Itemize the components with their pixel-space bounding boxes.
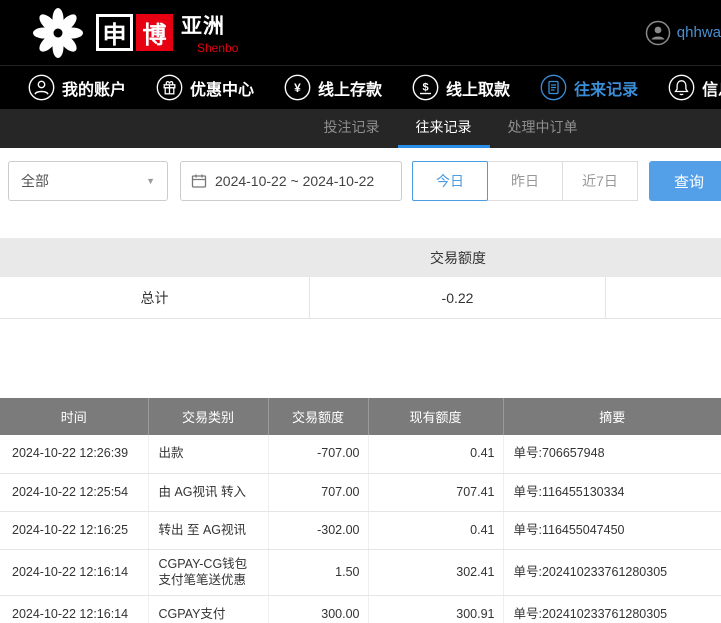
chevron-down-icon: ▼ [146, 176, 155, 186]
user-account[interactable]: qhhwa [645, 0, 721, 65]
table-row: 2024-10-22 12:16:14 CGPAY-CG钱包支付笔笔送优惠 1.… [0, 549, 721, 597]
gift-icon [156, 74, 183, 101]
bell-icon [668, 74, 695, 101]
yesterday-button[interactable]: 昨日 [487, 161, 563, 201]
cell-balance: 707.41 [368, 473, 504, 512]
cell-type: CGPAY-CG钱包支付笔笔送优惠 [148, 549, 269, 597]
cell-memo: 单号:202410233761280305 [503, 549, 721, 597]
nav-item-online-deposit[interactable]: ¥ 线上存款 [284, 74, 382, 101]
withdraw-icon: $ [412, 74, 439, 101]
svg-text:$: $ [422, 82, 428, 94]
main-nav: 我的账户 优惠中心 ¥ 线上存款 $ 线上取款 往来记录 信 [0, 65, 721, 109]
cell-type: CGPAY支付 [148, 595, 269, 623]
cell-time: 2024-10-22 12:26:39 [0, 435, 149, 474]
nav-item-label: 优惠中心 [190, 81, 255, 99]
cell-time: 2024-10-22 12:16:14 [0, 549, 149, 597]
cell-memo: 单号:116455047450 [503, 511, 721, 550]
username[interactable]: qhhwa [677, 24, 721, 41]
nav-item-messages[interactable]: 信息 [668, 74, 721, 101]
user-icon [28, 74, 55, 101]
brand-text: 亚洲 Shenbo [181, 10, 238, 55]
cell-balance: 0.41 [368, 511, 504, 550]
table-row: 2024-10-22 12:25:54 由 AG视讯 转入 707.00 707… [0, 473, 721, 512]
calendar-icon [191, 174, 207, 188]
today-button[interactable]: 今日 [412, 161, 488, 201]
summary-total-label: 总计 [0, 277, 310, 318]
summary-total-row: 总计 -0.22 [0, 277, 721, 319]
tab-bet-records[interactable]: 投注记录 [306, 109, 398, 148]
cell-amount: 1.50 [268, 549, 369, 597]
cell-balance: 302.41 [368, 549, 504, 597]
query-button[interactable]: 查询 [649, 161, 721, 201]
sub-nav: 投注记录 往来记录 处理中订单 [0, 109, 721, 148]
cell-time: 2024-10-22 12:16:25 [0, 511, 149, 550]
records-table: 时间 交易类别 交易额度 现有额度 摘要 2024-10-22 12:26:39… [0, 398, 721, 623]
tab-transaction-records[interactable]: 往来记录 [397, 109, 490, 148]
col-header-amount: 交易额度 [268, 398, 369, 435]
nav-item-my-account[interactable]: 我的账户 [28, 74, 126, 101]
cell-amount: -707.00 [268, 435, 369, 474]
type-select-value: 全部 [21, 173, 49, 189]
table-row: 2024-10-22 12:16:25 转出 至 AG视讯 -302.00 0.… [0, 511, 721, 550]
nav-item-transaction-records[interactable]: 往来记录 [540, 74, 638, 101]
date-range-value: 2024-10-22 ~ 2024-10-22 [215, 173, 375, 189]
cell-type: 由 AG视讯 转入 [148, 473, 269, 512]
cell-amount: -302.00 [268, 511, 369, 550]
user-avatar-icon [645, 20, 671, 45]
cell-memo: 单号:202410233761280305 [503, 595, 721, 623]
col-header-time: 时间 [0, 398, 149, 435]
cell-type: 转出 至 AG视讯 [148, 511, 269, 550]
cell-balance: 0.41 [368, 435, 504, 474]
col-header-memo: 摘要 [503, 398, 721, 435]
deposit-icon: ¥ [284, 74, 311, 101]
date-range-input[interactable]: 2024-10-22 ~ 2024-10-22 [180, 161, 402, 201]
cell-amount: 707.00 [268, 473, 369, 512]
brand-subtitle: Shenbo [197, 41, 239, 55]
table-row: 2024-10-22 12:26:39 出款 -707.00 0.41 单号:7… [0, 435, 721, 474]
summary-total-value: -0.22 [310, 277, 606, 318]
tab-processing-orders[interactable]: 处理中订单 [490, 109, 596, 148]
nav-item-promo-center[interactable]: 优惠中心 [156, 74, 254, 101]
cell-balance: 300.91 [368, 595, 504, 623]
cell-memo: 单号:706657948 [503, 435, 721, 474]
summary-header: 交易额度 [430, 249, 486, 266]
cell-amount: 300.00 [268, 595, 369, 623]
cell-type: 出款 [148, 435, 269, 474]
top-header: 申 博 亚洲 Shenbo qhhwa [0, 0, 721, 65]
nav-item-label: 线上取款 [446, 81, 511, 99]
cell-memo: 单号:116455130334 [503, 473, 721, 512]
filter-bar: 全部 ▼ 2024-10-22 ~ 2024-10-22 今日 昨日 近7日 查… [0, 148, 721, 215]
summary-header-row: 交易额度 [0, 238, 721, 277]
flower-logo-icon [33, 7, 83, 58]
nav-item-online-withdraw[interactable]: $ 线上取款 [412, 74, 510, 101]
cell-time: 2024-10-22 12:25:54 [0, 473, 149, 512]
type-select[interactable]: 全部 ▼ [8, 161, 168, 201]
records-icon [540, 74, 567, 101]
nav-item-label: 线上存款 [318, 81, 383, 99]
brand-logo[interactable]: 申 博 [96, 14, 173, 51]
quick-date-buttons: 今日 昨日 近7日 [412, 161, 638, 201]
brand-region: 亚洲 [181, 15, 225, 38]
brand-char-shen: 申 [96, 14, 133, 51]
col-header-type: 交易类别 [148, 398, 269, 435]
last7days-button[interactable]: 近7日 [562, 161, 638, 201]
col-header-balance: 现有额度 [368, 398, 504, 435]
table-row: 2024-10-22 12:16:14 CGPAY支付 300.00 300.9… [0, 595, 721, 623]
nav-item-label: 往来记录 [574, 81, 639, 99]
brand-char-bo: 博 [136, 14, 173, 51]
nav-item-label: 我的账户 [62, 81, 127, 99]
svg-text:¥: ¥ [294, 81, 301, 95]
table-header-row: 时间 交易类别 交易额度 现有额度 摘要 [0, 398, 721, 435]
summary-table: 交易额度 总计 -0.22 [0, 238, 721, 319]
cell-time: 2024-10-22 12:16:14 [0, 595, 149, 623]
nav-item-label: 信息 [702, 81, 721, 99]
